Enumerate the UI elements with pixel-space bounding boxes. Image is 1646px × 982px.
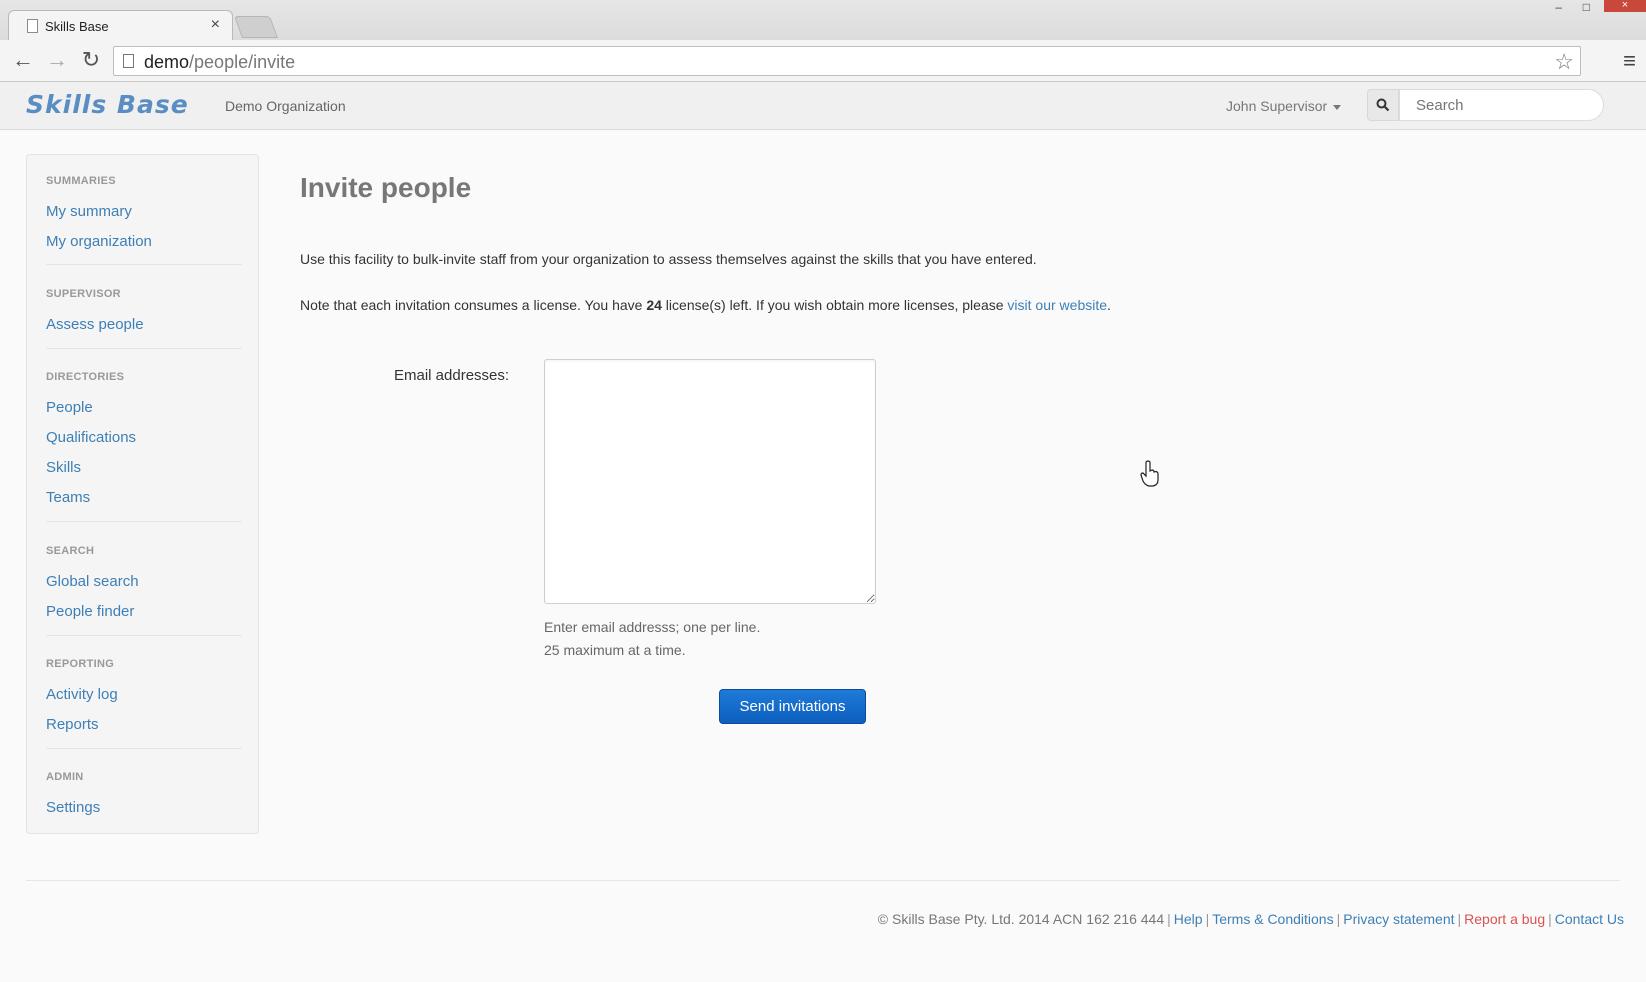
license-note: Note that each invitation consumes a lic…	[300, 297, 1111, 313]
window-close-icon[interactable]: ×	[1604, 0, 1646, 12]
browser-tab[interactable]: Skills Base ×	[8, 10, 233, 42]
caret-down-icon	[1333, 104, 1342, 110]
sidebar-item-people-finder[interactable]: People finder	[46, 603, 134, 620]
divider	[46, 748, 242, 749]
page-icon	[27, 19, 38, 33]
sidebar-item-settings[interactable]: Settings	[46, 799, 100, 816]
divider	[46, 521, 242, 522]
search-input[interactable]	[1399, 89, 1604, 121]
sidebar-item-global-search[interactable]: Global search	[46, 573, 139, 590]
user-menu[interactable]: John Supervisor	[1226, 98, 1342, 114]
tab-title: Skills Base	[45, 19, 109, 34]
divider	[46, 348, 242, 349]
sidebar-item-my-organization[interactable]: My organization	[46, 233, 152, 250]
minimize-icon[interactable]: –	[1555, 0, 1562, 14]
sidebar-section-title: SUMMARIES	[46, 175, 116, 187]
help-text-limit: 25 maximum at a time.	[544, 642, 686, 658]
privacy-link[interactable]: Privacy statement	[1343, 911, 1454, 927]
help-link[interactable]: Help	[1174, 911, 1203, 927]
url-text: demo/people/invite	[144, 52, 296, 72]
email-addresses-field[interactable]	[544, 359, 876, 604]
sidebar-section-title: ADMIN	[46, 771, 84, 783]
hand-cursor-icon	[1140, 460, 1159, 487]
sidebar-item-qualifications[interactable]: Qualifications	[46, 429, 136, 446]
contact-link[interactable]: Contact Us	[1555, 911, 1624, 927]
sidebar-item-activity-log[interactable]: Activity log	[46, 686, 118, 703]
sidebar-section-title: SEARCH	[46, 545, 95, 557]
sidebar-item-my-summary[interactable]: My summary	[46, 203, 132, 220]
report-bug-link[interactable]: Report a bug	[1464, 911, 1545, 927]
license-count: 24	[646, 297, 662, 313]
browser-toolbar: ← → ↻ demo/people/invite ☆ ≡	[0, 40, 1646, 82]
app-header: Skills Base Demo Organization John Super…	[0, 82, 1646, 130]
reload-icon[interactable]: ↻	[78, 48, 104, 72]
terms-link[interactable]: Terms & Conditions	[1212, 911, 1333, 927]
footer: © Skills Base Pty. Ltd. 2014 ACN 162 216…	[877, 911, 1624, 927]
sidebar: SUMMARIES My summary My organization SUP…	[26, 154, 259, 834]
back-icon[interactable]: ←	[10, 48, 36, 72]
organization-name: Demo Organization	[225, 98, 346, 114]
send-invitations-button[interactable]: Send invitations	[719, 689, 866, 724]
bookmark-star-icon[interactable]: ☆	[1554, 49, 1574, 75]
sidebar-section-title: DIRECTORIES	[46, 371, 125, 383]
maximize-icon[interactable]: □	[1583, 0, 1590, 14]
copyright-text: © Skills Base Pty. Ltd. 2014 ACN 162 216…	[877, 911, 1165, 927]
footer-divider	[26, 880, 1620, 881]
divider	[46, 635, 242, 636]
forward-icon[interactable]: →	[44, 48, 70, 72]
sidebar-item-skills[interactable]: Skills	[46, 459, 81, 476]
sidebar-section-title: REPORTING	[46, 658, 115, 670]
browser-tabstrip: Skills Base × – □ ×	[0, 0, 1646, 42]
search-icon	[1376, 98, 1390, 112]
visit-website-link[interactable]: visit our website	[1007, 297, 1107, 313]
sidebar-item-reports[interactable]: Reports	[46, 716, 99, 733]
logo[interactable]: Skills Base	[26, 90, 189, 119]
page-icon	[123, 54, 134, 68]
sidebar-section-title: SUPERVISOR	[46, 288, 121, 300]
sidebar-item-teams[interactable]: Teams	[46, 489, 90, 506]
tab-close-icon[interactable]: ×	[211, 16, 220, 34]
divider	[46, 264, 242, 265]
new-tab-button[interactable]	[233, 16, 279, 38]
help-text: Enter email addresss; one per line.	[544, 619, 761, 635]
browser-menu-icon[interactable]: ≡	[1623, 48, 1636, 74]
page-title: Invite people	[300, 172, 472, 203]
address-bar[interactable]: demo/people/invite ☆	[113, 46, 1581, 76]
sidebar-item-people[interactable]: People	[46, 399, 93, 416]
search-button[interactable]	[1367, 89, 1399, 121]
sidebar-item-assess-people[interactable]: Assess people	[46, 316, 144, 333]
intro-text: Use this facility to bulk-invite staff f…	[300, 251, 1037, 267]
email-addresses-label: Email addresses:	[394, 367, 510, 384]
